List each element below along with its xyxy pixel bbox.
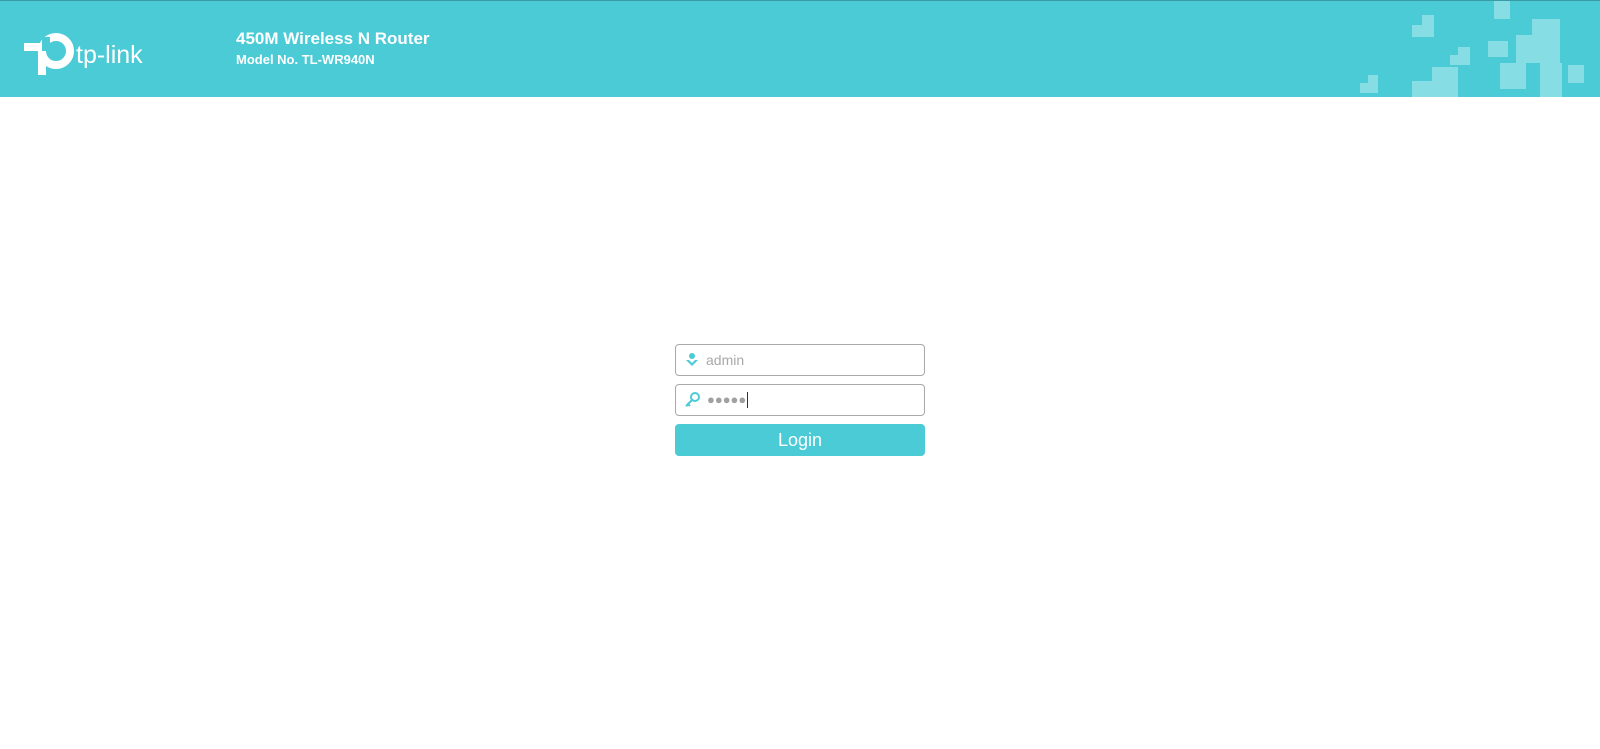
brand-wordmark: tp-link [76,41,143,69]
header-banner: tp-link 450M Wireless N Router Model No.… [0,0,1600,97]
login-button[interactable]: Login [675,424,925,456]
product-model: Model No. TL-WR940N [236,52,375,67]
product-info: 450M Wireless N Router Model No. TL-WR94… [236,29,430,69]
password-mask: ●●●●● [707,392,747,407]
text-caret [747,391,749,408]
password-input[interactable]: ●●●●● [707,385,749,415]
user-icon [684,352,700,368]
key-icon [684,392,700,408]
tp-link-logo: tp-link [24,29,164,79]
pixel-pattern-decoration [1360,1,1584,97]
username-input[interactable] [706,345,916,375]
login-form: ●●●●● Login [675,344,925,456]
password-field[interactable]: ●●●●● [675,384,925,416]
username-field[interactable] [675,344,925,376]
product-name: 450M Wireless N Router [236,29,430,48]
